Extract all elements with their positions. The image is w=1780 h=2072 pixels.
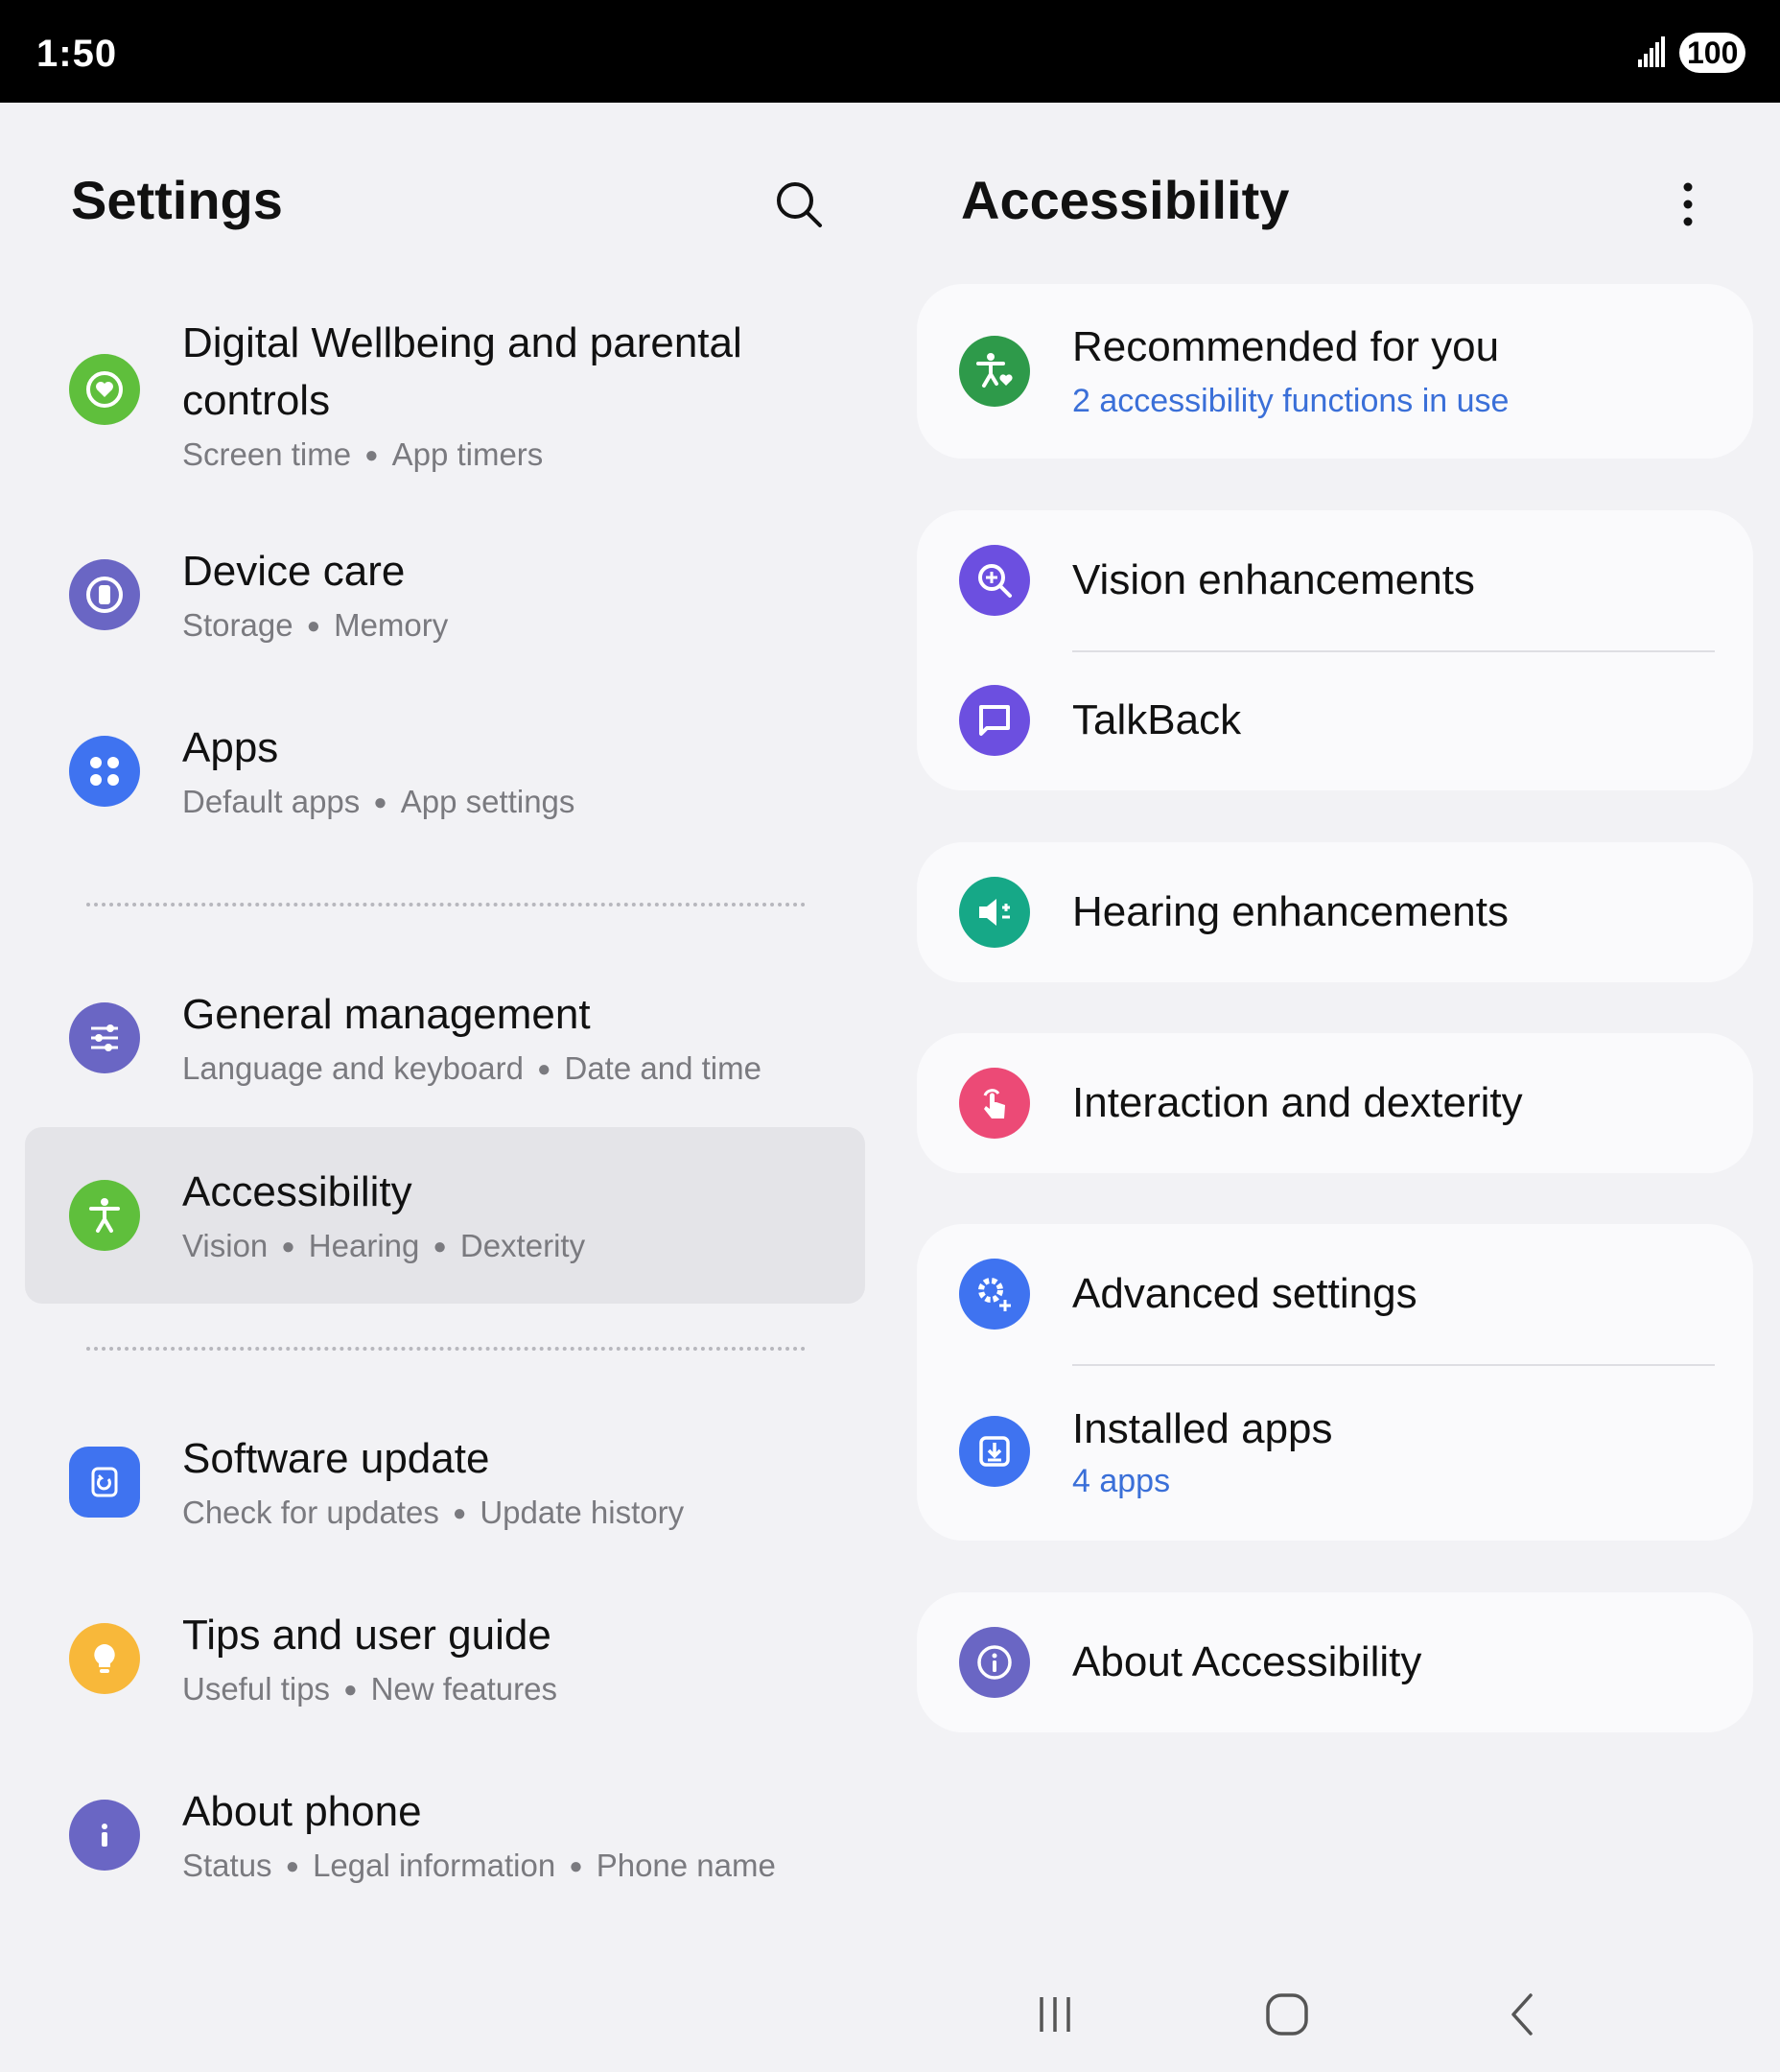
item-subtitle: Status ● Legal information ● Phone name: [182, 1848, 776, 1883]
item-title: Device care: [182, 548, 406, 595]
hearing-icon: [959, 877, 1030, 948]
recommended-accessibility-icon: [959, 336, 1030, 407]
recents-icon: [1040, 1997, 1070, 2032]
recommended-subtitle: 2 accessibility functions in use: [1072, 383, 1510, 419]
item-subtitle: Screen time ● App timers: [182, 436, 544, 472]
item-title-line2: controls: [182, 377, 331, 424]
apps-icon: [69, 736, 140, 807]
settings-item-apps[interactable]: Apps Default apps ● App settings: [25, 714, 865, 829]
talkback-icon: [959, 685, 1030, 756]
section-divider: [86, 1347, 806, 1351]
vision-card: Vision enhancements TalkBack: [917, 510, 1753, 790]
recents-button[interactable]: [1017, 1976, 1093, 2053]
installed-apps-icon: [959, 1416, 1030, 1487]
touch-icon: [959, 1068, 1030, 1139]
accessibility-title: Accessibility: [961, 170, 1290, 230]
advanced-card: Advanced settings Installed apps 4 apps: [917, 1224, 1753, 1541]
interaction-card[interactable]: Interaction and dexterity: [917, 1033, 1753, 1173]
item-title: Accessibility: [182, 1168, 412, 1215]
hearing-title: Hearing enhancements: [1072, 888, 1509, 935]
status-time: 1:50: [36, 33, 118, 75]
item-subtitle: Default apps ● App settings: [182, 784, 575, 819]
search-icon: [777, 182, 822, 227]
settings-item-device-care[interactable]: Device care Storage ● Memory: [25, 537, 865, 652]
talkback-item[interactable]: TalkBack: [917, 650, 1753, 790]
settings-item-digital-wellbeing[interactable]: Digital Wellbeing and parental controls …: [25, 307, 865, 472]
talkback-title: TalkBack: [1072, 696, 1242, 743]
back-button[interactable]: [1485, 1976, 1561, 2053]
info-icon: [959, 1627, 1030, 1698]
more-options-button[interactable]: [1669, 173, 1707, 236]
info-icon: [69, 1800, 140, 1871]
item-title: Apps: [182, 724, 279, 771]
item-subtitle: Storage ● Memory: [182, 607, 449, 643]
signal-icon: [1638, 36, 1665, 67]
recommended-card[interactable]: Recommended for you 2 accessibility func…: [917, 284, 1753, 459]
item-title: About phone: [182, 1788, 422, 1835]
sliders-icon: [69, 1002, 140, 1073]
installed-apps-item[interactable]: Installed apps 4 apps: [917, 1364, 1753, 1541]
installed-apps-subtitle: 4 apps: [1072, 1463, 1171, 1499]
accessibility-icon: [69, 1180, 140, 1251]
hearing-card[interactable]: Hearing enhancements: [917, 842, 1753, 982]
item-title: Digital Wellbeing and parental: [182, 319, 742, 366]
recommended-title: Recommended for you: [1072, 323, 1500, 370]
installed-apps-title: Installed apps: [1072, 1405, 1333, 1452]
settings-item-software-update[interactable]: Software update Check for updates ● Update…: [25, 1424, 865, 1540]
software-update-icon: [69, 1447, 140, 1518]
advanced-settings-title: Advanced settings: [1072, 1270, 1417, 1317]
settings-title: Settings: [71, 170, 283, 230]
advanced-settings-item[interactable]: Advanced settings: [917, 1224, 1753, 1364]
item-subtitle: Check for updates ● Update history: [182, 1495, 685, 1530]
vision-enhancements-title: Vision enhancements: [1072, 556, 1475, 603]
settings-item-general-management[interactable]: General management Language and keyboard…: [25, 980, 865, 1095]
section-divider: [86, 903, 806, 906]
settings-item-tips[interactable]: Tips and user guide Useful tips ● New feat…: [25, 1601, 865, 1716]
lightbulb-icon: [69, 1623, 140, 1694]
home-icon: [1266, 1993, 1308, 2036]
item-subtitle: Language and keyboard ● Date and time: [182, 1050, 761, 1086]
interaction-title: Interaction and dexterity: [1072, 1079, 1523, 1126]
device-care-icon: [69, 559, 140, 630]
about-accessibility-title: About Accessibility: [1072, 1638, 1422, 1685]
about-accessibility-card[interactable]: About Accessibility: [917, 1592, 1753, 1732]
item-subtitle: Useful tips ● New features: [182, 1671, 557, 1707]
status-bar: 1:50 100: [0, 0, 1780, 103]
advanced-settings-icon: [959, 1259, 1030, 1330]
zoom-in-icon: [959, 545, 1030, 616]
back-icon: [1511, 1993, 1533, 2036]
battery-indicator: 100: [1679, 33, 1746, 73]
vision-enhancements-item[interactable]: Vision enhancements: [917, 510, 1753, 650]
search-button[interactable]: [767, 173, 831, 236]
home-button[interactable]: [1249, 1976, 1325, 2053]
item-title: Software update: [182, 1435, 490, 1482]
item-subtitle: Vision ● Hearing ● Dexterity: [182, 1228, 586, 1263]
digital-wellbeing-icon: [69, 354, 140, 425]
settings-item-about-phone[interactable]: About phone Status ● Legal information ● Pho…: [25, 1778, 865, 1893]
settings-item-accessibility[interactable]: Accessibility Vision ● Hearing ● Dexterity: [25, 1127, 865, 1304]
item-title: Tips and user guide: [182, 1612, 551, 1659]
more-options-icon: [1683, 182, 1693, 226]
item-title: General management: [182, 991, 591, 1038]
